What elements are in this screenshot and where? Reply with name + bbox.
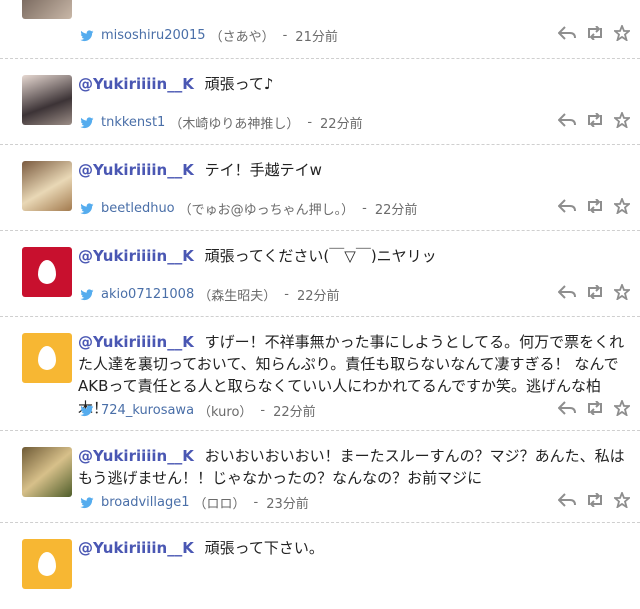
tweet-body: テイ！手越テイw <box>204 161 322 179</box>
separator: - <box>282 28 288 43</box>
tweet-timestamp[interactable]: 22分前 <box>375 199 418 218</box>
reply-icon[interactable] <box>558 199 576 213</box>
tweet-username[interactable]: tnkkenst1 <box>101 115 165 130</box>
tweet-item: @Yukiriiiin__K すげー！不祥事無かった事にしようとしてる。何万で票… <box>0 317 640 431</box>
tweet-timestamp[interactable]: 23分前 <box>266 493 309 512</box>
tweet-timeline: misoshiru20015 （さあや） - 21分前 @Yukiriiiin_… <box>0 0 640 609</box>
tweet-text: @Yukiriiiin__K 頑張って下さい。 <box>78 537 630 559</box>
tweet-text: @Yukiriiiin__K 頑張ってください(￣▽￣)ニヤリッ <box>78 245 630 267</box>
retweet-icon[interactable] <box>585 199 605 213</box>
avatar[interactable] <box>22 333 72 383</box>
twitter-bird-icon <box>80 496 94 509</box>
retweet-icon[interactable] <box>585 113 605 127</box>
tweet-timestamp[interactable]: 22分前 <box>297 285 340 304</box>
favorite-icon[interactable] <box>614 198 630 214</box>
egg-avatar-icon <box>38 552 56 576</box>
tweet-item: @Yukiriiiin__K おいおいおいおい！まーたスルーすんの？マジ？あんた… <box>0 431 640 523</box>
separator: - <box>362 201 367 216</box>
egg-avatar-icon <box>38 346 56 370</box>
tweet-display-name: （kuro） <box>198 405 253 420</box>
tweet-username[interactable]: beetledhuo <box>101 201 175 216</box>
separator: - <box>260 403 266 418</box>
tweet-meta: broadvillage1 （ロロ） - 23分前 <box>80 493 309 512</box>
twitter-bird-icon <box>80 288 94 301</box>
tweet-meta: tnkkenst1 （木崎ゆりあ神推し） - 22分前 <box>80 113 363 132</box>
twitter-bird-icon <box>80 116 94 129</box>
reply-icon[interactable] <box>558 26 576 40</box>
favorite-icon[interactable] <box>614 284 630 300</box>
retweet-icon[interactable] <box>585 493 605 507</box>
tweet-actions <box>558 492 630 508</box>
tweet-text: @Yukiriiiin__K テイ！手越テイw <box>78 159 630 181</box>
avatar[interactable] <box>22 447 72 497</box>
tweet-meta: akio07121008 （森生昭夫） - 22分前 <box>80 285 340 304</box>
tweet-item: @Yukiriiiin__K 頑張って下さい。 <box>0 523 640 609</box>
tweet-actions <box>558 198 630 214</box>
tweet-meta: 724_kurosawa （kuro） - 22分前 <box>80 401 316 420</box>
tweet-mention[interactable]: @Yukiriiiin__K <box>78 75 194 93</box>
egg-avatar-icon <box>38 260 56 284</box>
tweet-actions <box>558 112 630 128</box>
favorite-icon[interactable] <box>614 400 630 416</box>
tweet-item: @Yukiriiiin__K 頑張って♪ tnkkenst1 （木崎ゆりあ神推し… <box>0 59 640 145</box>
favorite-icon[interactable] <box>614 112 630 128</box>
tweet-display-name: （さあや） <box>209 30 275 45</box>
tweet-actions <box>558 400 630 416</box>
tweet-timestamp[interactable]: 22分前 <box>273 401 316 420</box>
tweet-mention[interactable]: @Yukiriiiin__K <box>78 333 194 351</box>
retweet-icon[interactable] <box>585 401 605 415</box>
tweet-display-name: （森生昭夫） <box>198 289 277 304</box>
tweet-body: 頑張ってください(￣▽￣)ニヤリッ <box>204 247 437 265</box>
tweet-actions <box>558 25 630 41</box>
tweet-display-name: （木崎ゆりあ神推し） <box>169 117 300 132</box>
tweet-mention[interactable]: @Yukiriiiin__K <box>78 161 194 179</box>
twitter-bird-icon <box>80 404 94 417</box>
reply-icon[interactable] <box>558 401 576 415</box>
tweet-display-name: （ロロ） <box>193 497 246 512</box>
tweet-item: @Yukiriiiin__K テイ！手越テイw beetledhuo （でゅお@… <box>0 145 640 231</box>
tweet-actions <box>558 284 630 300</box>
avatar[interactable] <box>22 0 72 19</box>
reply-icon[interactable] <box>558 113 576 127</box>
reply-icon[interactable] <box>558 493 576 507</box>
tweet-timestamp[interactable]: 21分前 <box>295 26 338 45</box>
tweet-meta: beetledhuo （でゅお@ゆっちゃん押し。） - 22分前 <box>80 199 417 218</box>
avatar[interactable] <box>22 539 72 589</box>
twitter-bird-icon <box>80 202 94 215</box>
reply-icon[interactable] <box>558 285 576 299</box>
tweet-meta: misoshiru20015 （さあや） - 21分前 <box>80 26 338 45</box>
separator: - <box>253 495 259 510</box>
retweet-icon[interactable] <box>585 285 605 299</box>
twitter-bird-icon <box>80 29 94 42</box>
tweet-mention[interactable]: @Yukiriiiin__K <box>78 447 194 465</box>
retweet-icon[interactable] <box>585 26 605 40</box>
separator: - <box>307 115 313 130</box>
tweet-text: @Yukiriiiin__K 頑張って♪ <box>78 73 630 95</box>
tweet-item: misoshiru20015 （さあや） - 21分前 <box>0 0 640 59</box>
tweet-username[interactable]: 724_kurosawa <box>101 403 194 418</box>
avatar[interactable] <box>22 161 72 211</box>
separator: - <box>284 287 289 302</box>
tweet-timestamp[interactable]: 22分前 <box>320 113 363 132</box>
tweet-display-name: （でゅお@ゆっちゃん押し。） <box>178 203 355 218</box>
favorite-icon[interactable] <box>614 25 630 41</box>
tweet-username[interactable]: broadvillage1 <box>101 495 190 510</box>
avatar[interactable] <box>22 247 72 297</box>
tweet-body: 頑張って♪ <box>204 75 274 93</box>
tweet-username[interactable]: akio07121008 <box>101 287 194 302</box>
avatar[interactable] <box>22 75 72 125</box>
tweet-body: 頑張って下さい。 <box>204 539 324 557</box>
tweet-mention[interactable]: @Yukiriiiin__K <box>78 247 194 265</box>
tweet-text: @Yukiriiiin__K おいおいおいおい！まーたスルーすんの？マジ？あんた… <box>78 445 630 489</box>
tweet-item: @Yukiriiiin__K 頑張ってください(￣▽￣)ニヤリッ akio071… <box>0 231 640 317</box>
tweet-username[interactable]: misoshiru20015 <box>101 28 206 43</box>
tweet-mention[interactable]: @Yukiriiiin__K <box>78 539 194 557</box>
favorite-icon[interactable] <box>614 492 630 508</box>
